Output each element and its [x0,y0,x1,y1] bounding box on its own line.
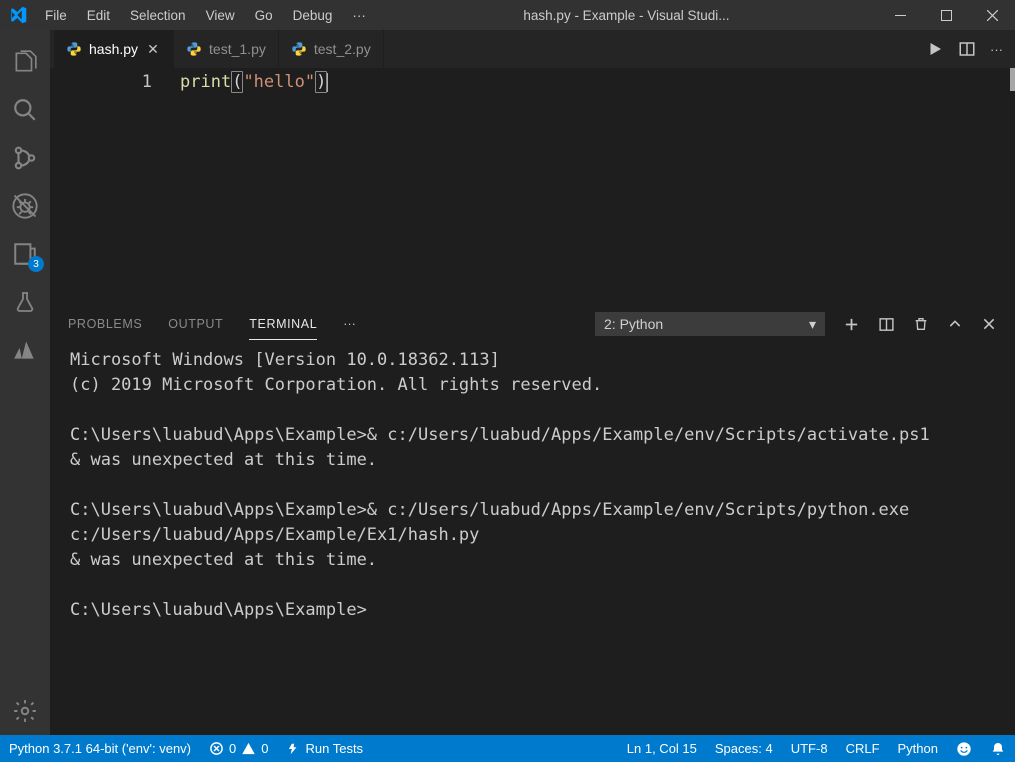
gear-icon[interactable] [0,687,50,735]
tests-icon[interactable]: 3 [0,230,50,278]
status-eol[interactable]: CRLF [837,741,889,756]
search-icon[interactable] [0,86,50,134]
python-file-icon [291,41,307,57]
window-controls [877,0,1015,30]
panel-tab-terminal[interactable]: TERMINAL [249,309,317,340]
menu-debug[interactable]: Debug [283,0,343,30]
run-icon[interactable] [926,40,944,58]
scm-icon[interactable] [0,134,50,182]
status-feedback-icon[interactable] [947,741,981,757]
split-terminal-icon[interactable] [878,316,895,333]
panel-tab-problems[interactable]: PROBLEMS [68,309,142,339]
vscode-logo-icon [0,6,35,24]
menu-edit[interactable]: Edit [77,0,120,30]
panel-tab-output[interactable]: OUTPUT [168,309,223,339]
new-terminal-icon[interactable] [843,316,860,333]
close-panel-icon[interactable] [981,316,997,332]
tab-label: test_1.py [209,41,266,57]
python-file-icon [186,41,202,57]
terminal-select-value: 2: Python [604,316,663,332]
status-language[interactable]: Python [889,741,947,756]
scrollbar-thumb[interactable] [1010,68,1015,91]
code-editor[interactable]: 1 print("hello") [50,68,1015,305]
menu-go[interactable]: Go [245,0,283,30]
tab-label: hash.py [89,41,138,57]
tab-label: test_2.py [314,41,371,57]
run-tests-label: Run Tests [305,741,363,756]
close-button[interactable] [969,0,1015,30]
editor-tabs: hash.py ✕ test_1.py test_2.py [50,30,1015,68]
python-file-icon [66,41,82,57]
tests-badge: 3 [28,256,44,272]
tab-test2-py[interactable]: test_2.py [279,30,384,68]
maximize-panel-icon[interactable] [947,316,963,332]
menu-file[interactable]: File [35,0,77,30]
split-editor-icon[interactable] [958,40,976,58]
status-encoding[interactable]: UTF-8 [782,741,837,756]
explorer-icon[interactable] [0,38,50,86]
debug-icon[interactable] [0,182,50,230]
status-bar: Python 3.7.1 64-bit ('env': venv) 0 0 Ru… [0,735,1015,762]
panel-overflow-icon[interactable]: ··· [343,317,356,331]
status-cursor-position[interactable]: Ln 1, Col 15 [618,741,706,756]
status-indentation[interactable]: Spaces: 4 [706,741,782,756]
menu-view[interactable]: View [196,0,245,30]
kill-terminal-icon[interactable] [913,316,929,332]
status-notifications-icon[interactable] [981,741,1015,757]
maximize-button[interactable] [923,0,969,30]
errors-count: 0 [229,741,236,756]
chevron-down-icon: ▾ [809,316,816,333]
terminal-select[interactable]: 2: Python ▾ [595,312,825,336]
azure-icon[interactable] [0,326,50,374]
more-icon[interactable]: ··· [990,42,1003,57]
status-python-interpreter[interactable]: Python 3.7.1 64-bit ('env': venv) [0,735,200,762]
code-line-1: print("hello") [180,72,1015,95]
bottom-panel: PROBLEMS OUTPUT TERMINAL ··· 2: Python ▾ [50,305,1015,735]
activity-bar: 3 [0,30,50,735]
line-number: 1 [50,68,180,305]
status-run-tests[interactable]: Run Tests [277,735,372,762]
tab-test1-py[interactable]: test_1.py [174,30,279,68]
beaker-icon[interactable] [0,278,50,326]
text-cursor [327,73,328,92]
titlebar: File Edit Selection View Go Debug ··· ha… [0,0,1015,30]
tab-hash-py[interactable]: hash.py ✕ [54,30,174,68]
warnings-count: 0 [261,741,268,756]
main-menu: File Edit Selection View Go Debug ··· [35,0,376,30]
window-title: hash.py - Example - Visual Studi... [376,8,877,23]
menu-overflow-icon[interactable]: ··· [342,0,376,30]
status-problems[interactable]: 0 0 [200,735,277,762]
close-icon[interactable]: ✕ [145,41,161,58]
minimize-button[interactable] [877,0,923,30]
terminal-output[interactable]: Microsoft Windows [Version 10.0.18362.11… [50,342,1015,735]
menu-selection[interactable]: Selection [120,0,196,30]
